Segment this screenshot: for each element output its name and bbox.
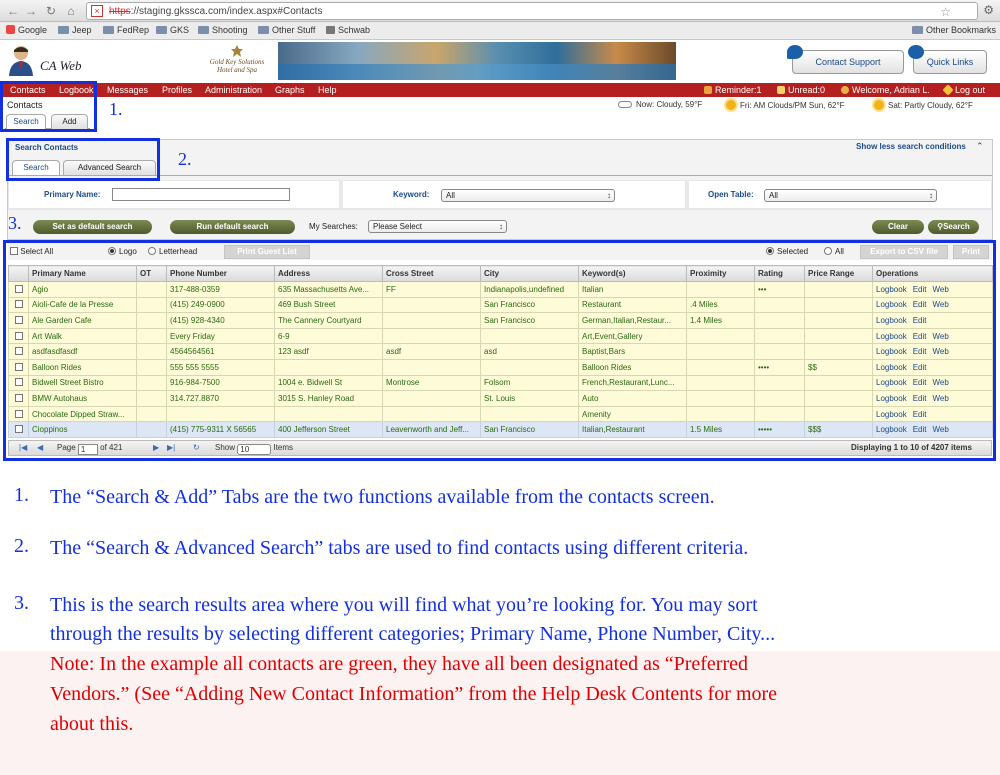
annotation-box-1 xyxy=(0,81,97,132)
hotel-banner-image xyxy=(278,42,676,80)
menu-help[interactable]: Help xyxy=(318,85,337,95)
open-table-select[interactable]: All xyxy=(764,189,937,202)
menu-administration[interactable]: Administration xyxy=(205,85,262,95)
sun-icon xyxy=(726,100,736,110)
logo-person-icon xyxy=(9,46,33,76)
bookmark-google[interactable]: Google xyxy=(6,25,47,35)
address-bar[interactable]: × https://staging.gkssca.com/index.aspx#… xyxy=(86,2,978,20)
menu-profiles[interactable]: Profiles xyxy=(162,85,192,95)
annotation-box-3 xyxy=(3,240,996,461)
user-icon xyxy=(841,86,849,94)
ssl-warning-icon: × xyxy=(91,5,103,17)
primary-name-input[interactable] xyxy=(112,188,290,201)
reminder-icon xyxy=(704,86,712,94)
bookmark-fedrep[interactable]: FedRep xyxy=(103,25,149,35)
back-icon[interactable]: ← xyxy=(6,4,20,18)
menu-graphs[interactable]: Graphs xyxy=(275,85,305,95)
wrench-icon[interactable]: ⚙ xyxy=(983,3,994,17)
annotation-label-2: 2. xyxy=(178,149,192,169)
annotation-label-3: 3. xyxy=(8,213,22,233)
weather-fri: Fri: AM Clouds/PM Sun, 62°F xyxy=(726,100,845,110)
note-3-number: 3. xyxy=(14,592,29,614)
show-less-link[interactable]: Show less search conditions xyxy=(856,142,966,151)
logout-link[interactable]: Log out xyxy=(942,84,985,96)
note-1-number: 1. xyxy=(14,484,29,506)
keyword-label: Keyword: xyxy=(393,190,430,199)
bookmark-jeep[interactable]: Jeep xyxy=(58,25,92,35)
note-3-line-1: This is the search results area where yo… xyxy=(50,594,758,616)
note-1-text: The “Search & Add” Tabs are the two func… xyxy=(50,486,715,508)
weather-sat: Sat: Partly Cloudy, 62°F xyxy=(874,100,973,110)
welcome-text: Welcome, Adrian L. xyxy=(841,85,930,95)
note-red-line-1: Note: In the example all contacts are gr… xyxy=(50,653,749,675)
contact-support-button[interactable]: Contact Support xyxy=(787,45,904,74)
app-logo: CA Web xyxy=(40,58,82,73)
bookmark-other-stuff[interactable]: Other Stuff xyxy=(258,25,315,35)
hotel-logo: Gold Key Solutions Hotel and Spa xyxy=(208,44,266,80)
home-icon[interactable]: ⌂ xyxy=(64,4,78,18)
link-icon xyxy=(908,45,924,59)
note-red-line-3: about this. xyxy=(50,713,134,735)
reminder-link[interactable]: Reminder:1 xyxy=(704,85,762,95)
bookmark-gks[interactable]: GKS xyxy=(156,25,189,35)
my-searches-label: My Searches: xyxy=(309,222,358,231)
weather-now: Now: Cloudy, 59°F xyxy=(618,100,702,109)
note-2-number: 2. xyxy=(14,535,29,557)
bookmark-shooting[interactable]: Shooting xyxy=(198,25,248,35)
logout-icon xyxy=(942,84,954,96)
forward-icon[interactable]: → xyxy=(24,4,38,18)
sun-cloud-icon xyxy=(874,100,884,110)
reload-icon[interactable]: ↻ xyxy=(44,4,58,18)
bookmark-schwab[interactable]: Schwab xyxy=(326,25,370,35)
note-2-text: The “Search & Advanced Search” tabs are … xyxy=(50,537,749,559)
my-searches-select[interactable]: Please Select xyxy=(368,220,507,233)
unread-link[interactable]: Unread:0 xyxy=(777,85,825,95)
annotation-label-1: 1. xyxy=(109,99,123,119)
bookmarks-bar: Google Jeep FedRep GKS Shooting Other St… xyxy=(0,22,1000,40)
annotation-box-2 xyxy=(6,138,160,181)
note-red-line-2: Vendors.” (See “Adding New Contact Infor… xyxy=(50,683,778,705)
url-text: https://staging.gkssca.com/index.aspx#Co… xyxy=(109,6,323,17)
menu-messages[interactable]: Messages xyxy=(107,85,148,95)
cloud-icon xyxy=(618,101,632,108)
main-menu: Contacts Logbook Messages Profiles Admin… xyxy=(0,83,1000,97)
other-bookmarks[interactable]: Other Bookmarks xyxy=(912,25,996,35)
note-3-line-2: through the results by selecting differe… xyxy=(50,623,776,645)
set-default-search-button[interactable]: Set as default search xyxy=(33,220,152,234)
clear-button[interactable]: Clear xyxy=(872,220,924,234)
run-default-search-button[interactable]: Run default search xyxy=(170,220,295,234)
envelope-icon xyxy=(777,86,785,94)
speech-bubble-icon xyxy=(787,45,803,59)
bookmark-star-icon[interactable]: ☆ xyxy=(940,5,951,19)
search-button[interactable]: ⚲Search xyxy=(928,220,979,234)
chevron-up-icon[interactable]: ⌃ xyxy=(976,141,984,152)
keyword-select[interactable]: All xyxy=(441,189,615,202)
primary-name-label: Primary Name: xyxy=(44,190,101,199)
quick-links-button[interactable]: Quick Links xyxy=(908,45,987,74)
open-table-label: Open Table: xyxy=(708,190,754,199)
browser-toolbar: ← → ↻ ⌂ × https://staging.gkssca.com/ind… xyxy=(0,0,1000,22)
